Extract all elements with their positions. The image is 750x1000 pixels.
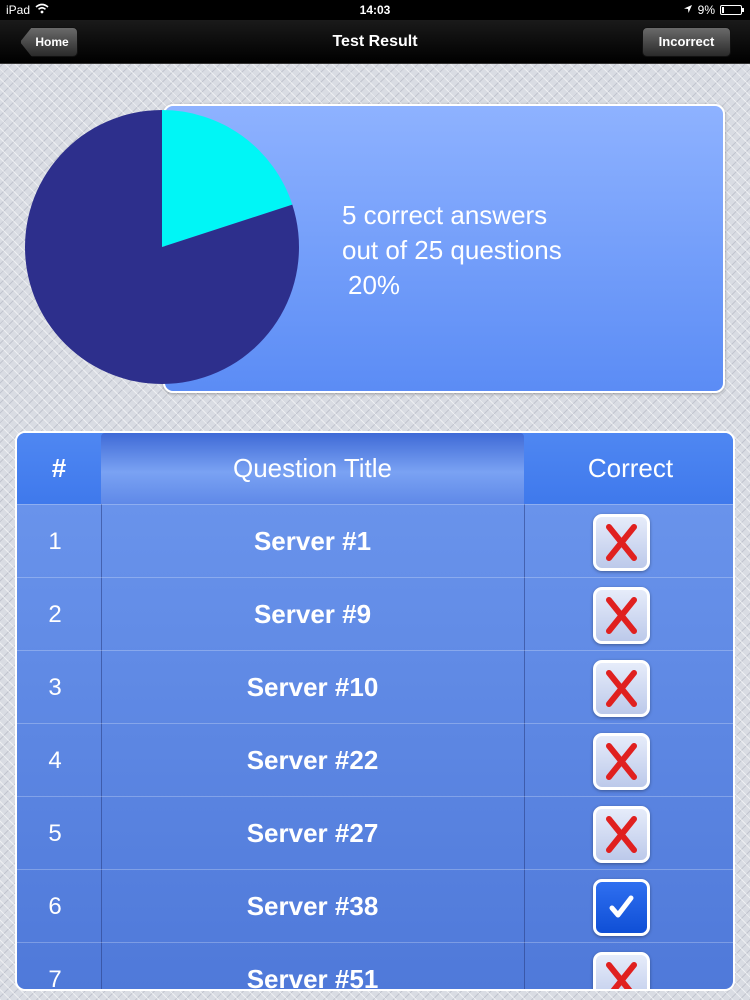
battery-percent: 9% — [697, 3, 715, 17]
row-number: 6 — [48, 893, 62, 920]
question-title: Server #38 — [246, 891, 379, 921]
table-row[interactable]: 1 Server #1 — [17, 504, 733, 577]
summary-text: 5 correct answers out of 25 questions 20… — [342, 198, 562, 303]
row-number: 3 — [48, 674, 62, 701]
question-title: Server #22 — [246, 745, 379, 775]
incorrect-x-icon — [593, 514, 650, 571]
table-row[interactable]: 6 Server #38 — [17, 869, 733, 942]
table-row[interactable]: 3 Server #10 — [17, 650, 733, 723]
incorrect-x-icon — [593, 952, 650, 989]
column-header-correct: Correct — [587, 453, 674, 483]
battery-icon — [720, 5, 744, 15]
row-number: 7 — [48, 966, 62, 991]
incorrect-x-icon — [593, 660, 650, 717]
page-title: Test Result — [332, 33, 418, 50]
results-table: # Question Title Correct 1 Server #1 2 Serv… — [15, 431, 735, 991]
row-number: 4 — [48, 747, 62, 774]
summary-percent: 20% — [348, 270, 401, 300]
column-header-question-title: Question Title — [101, 433, 524, 504]
row-number: 1 — [48, 528, 62, 555]
status-right: 9% — [683, 0, 744, 20]
column-header-number: # — [51, 453, 67, 483]
row-number: 2 — [48, 601, 62, 628]
incorrect-x-icon — [593, 733, 650, 790]
location-arrow-icon — [683, 0, 693, 20]
table-header: # Question Title Correct — [17, 433, 733, 504]
row-number: 5 — [48, 820, 62, 847]
question-title: Server #27 — [246, 818, 379, 848]
summary-correct-count: 5 correct answers — [342, 200, 548, 230]
question-title: Server #1 — [253, 526, 372, 556]
status-bar: iPad 14:03 9% — [0, 0, 750, 20]
question-title: Server #51 — [246, 964, 379, 991]
question-title: Server #10 — [246, 672, 379, 702]
home-button[interactable]: Home — [20, 27, 78, 57]
incorrect-x-icon — [593, 587, 650, 644]
battery-fill — [722, 7, 724, 13]
nav-bar: Test Result Home Incorrect — [0, 20, 750, 64]
correct-checkmark-icon — [593, 879, 650, 936]
incorrect-button[interactable]: Incorrect — [642, 27, 731, 57]
question-title: Server #9 — [253, 599, 372, 629]
incorrect-x-icon — [593, 806, 650, 863]
status-time: 14:03 — [359, 3, 391, 17]
table-row[interactable]: 4 Server #22 — [17, 723, 733, 796]
score-pie-chart — [25, 110, 299, 384]
table-row[interactable]: 7 Server #51 — [17, 942, 733, 991]
table-row[interactable]: 5 Server #27 — [17, 796, 733, 869]
table-row[interactable]: 2 Server #9 — [17, 577, 733, 650]
summary-total-questions: out of 25 questions — [342, 235, 562, 265]
